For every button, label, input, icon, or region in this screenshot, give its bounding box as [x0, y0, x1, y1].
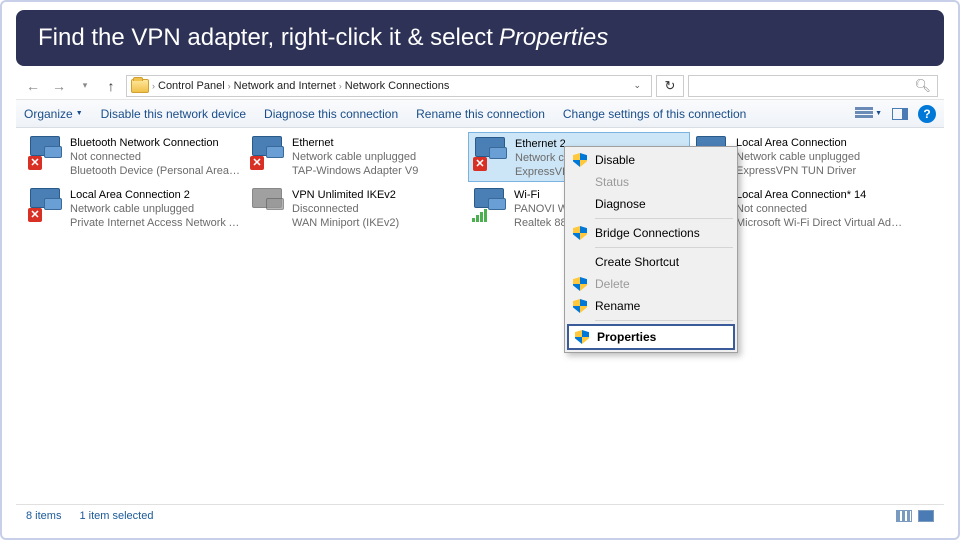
refresh-button[interactable]: ↻	[656, 75, 684, 97]
shield-icon	[573, 226, 587, 240]
breadcrumb[interactable]: › Control Panel › Network and Internet ›…	[126, 75, 652, 97]
address-bar: ← → ▾ ↑ › Control Panel › Network and In…	[16, 72, 944, 100]
network-adapter-icon: ✕	[28, 188, 64, 224]
ctx-delete: Delete	[567, 273, 735, 295]
address-dropdown[interactable]: ⌄	[627, 80, 647, 91]
connection-status: Disconnected	[292, 202, 399, 216]
ctx-shortcut[interactable]: Create Shortcut	[567, 251, 735, 273]
shield-icon	[575, 330, 589, 344]
up-button[interactable]: ↑	[100, 75, 122, 97]
connection-status: Network cable unplugged	[736, 150, 860, 164]
forward-button[interactable]: →	[48, 75, 70, 97]
search-input[interactable]: 🔍︎	[688, 75, 938, 97]
crumb-network-connections[interactable]: Network Connections	[345, 80, 450, 92]
back-button[interactable]: ←	[22, 75, 44, 97]
ctx-diagnose[interactable]: Diagnose	[567, 193, 735, 215]
ctx-bridge[interactable]: Bridge Connections	[567, 222, 735, 244]
connection-device: TAP-Windows Adapter V9	[292, 164, 418, 178]
disable-device-button[interactable]: Disable this network device	[101, 107, 246, 121]
connection-device: Private Internet Access Network A...	[70, 216, 240, 230]
shield-icon	[573, 299, 587, 313]
chevron-down-icon: ▼	[76, 110, 83, 117]
details-view-button[interactable]	[918, 510, 934, 522]
network-adapter-icon	[472, 188, 508, 224]
crumb-network-internet[interactable]: Network and Internet	[234, 80, 336, 92]
connection-name: Bluetooth Network Connection	[70, 136, 240, 150]
separator	[595, 247, 733, 248]
network-adapter-icon: ✕	[28, 136, 64, 172]
shield-icon	[573, 277, 587, 291]
connection-name: VPN Unlimited IKEv2	[292, 188, 399, 202]
network-adapter-icon	[250, 188, 286, 224]
view-menu[interactable]: ▼	[855, 107, 882, 121]
connection-device: WAN Miniport (IKEv2)	[292, 216, 399, 230]
ctx-disable[interactable]: Disable	[567, 149, 735, 171]
banner-text: Find the VPN adapter, right-click it & s…	[38, 24, 493, 52]
connection-name: Local Area Connection	[736, 136, 860, 150]
chevron-right-icon: ›	[152, 81, 155, 91]
item-count: 8 items	[26, 510, 61, 522]
organize-menu[interactable]: Organize▼	[24, 107, 83, 121]
rename-button[interactable]: Rename this connection	[416, 107, 545, 121]
folder-icon	[131, 79, 149, 93]
connection-status: Not connected	[736, 202, 906, 216]
preview-pane-button[interactable]	[892, 108, 908, 120]
change-settings-button[interactable]: Change settings of this connection	[563, 107, 746, 121]
error-x-icon: ✕	[28, 156, 42, 170]
error-x-icon: ✕	[473, 157, 487, 171]
separator	[595, 320, 733, 321]
selection-count: 1 item selected	[79, 510, 153, 522]
banner-emphasis: Properties	[499, 24, 608, 52]
ctx-status: Status	[567, 171, 735, 193]
connection-device: Bluetooth Device (Personal Area ...	[70, 164, 240, 178]
chevron-right-icon: ›	[339, 81, 342, 91]
instruction-banner: Find the VPN adapter, right-click it & s…	[16, 10, 944, 66]
error-x-icon: ✕	[250, 156, 264, 170]
connection-item[interactable]: ✕ Local Area Connection 2Network cable un…	[24, 184, 246, 234]
chevron-right-icon: ›	[228, 81, 231, 91]
command-bar: Organize▼ Disable this network device Di…	[16, 100, 944, 128]
help-icon[interactable]: ?	[918, 105, 936, 123]
connection-status: Network cable unplugged	[292, 150, 418, 164]
connection-name: Local Area Connection* 14	[736, 188, 906, 202]
ctx-rename[interactable]: Rename	[567, 295, 735, 317]
status-bar: 8 items 1 item selected	[16, 504, 944, 526]
connection-status: Not connected	[70, 150, 240, 164]
connection-device: ExpressVPN TUN Driver	[736, 164, 860, 178]
separator	[595, 218, 733, 219]
diagnose-button[interactable]: Diagnose this connection	[264, 107, 398, 121]
network-adapter-icon: ✕	[473, 137, 509, 173]
connection-name: Local Area Connection 2	[70, 188, 240, 202]
connection-status: Network cable unplugged	[70, 202, 240, 216]
connection-item[interactable]: VPN Unlimited IKEv2DisconnectedWAN Minip…	[246, 184, 468, 234]
connection-item[interactable]: ✕ EthernetNetwork cable unpluggedTAP-Wind…	[246, 132, 468, 182]
connection-device: Microsoft Wi-Fi Direct Virtual Ada...	[736, 216, 906, 230]
connection-name: Ethernet	[292, 136, 418, 150]
search-icon: 🔍︎	[914, 78, 931, 94]
crumb-control-panel[interactable]: Control Panel	[158, 80, 225, 92]
explorer-window: ← → ▾ ↑ › Control Panel › Network and In…	[16, 72, 944, 526]
content-area: ✕Bluetooth Network ConnectionNot connect…	[16, 128, 944, 504]
shield-icon	[573, 153, 587, 167]
ctx-properties[interactable]: Properties	[567, 324, 735, 350]
connection-item[interactable]: ✕ Bluetooth Network ConnectionNot connect…	[24, 132, 246, 182]
network-adapter-icon: ✕	[250, 136, 286, 172]
context-menu: Disable Status Diagnose Bridge Connectio…	[564, 146, 738, 353]
error-x-icon: ✕	[28, 208, 42, 222]
tiles-view-button[interactable]	[896, 510, 912, 522]
recent-dropdown[interactable]: ▾	[74, 75, 96, 97]
